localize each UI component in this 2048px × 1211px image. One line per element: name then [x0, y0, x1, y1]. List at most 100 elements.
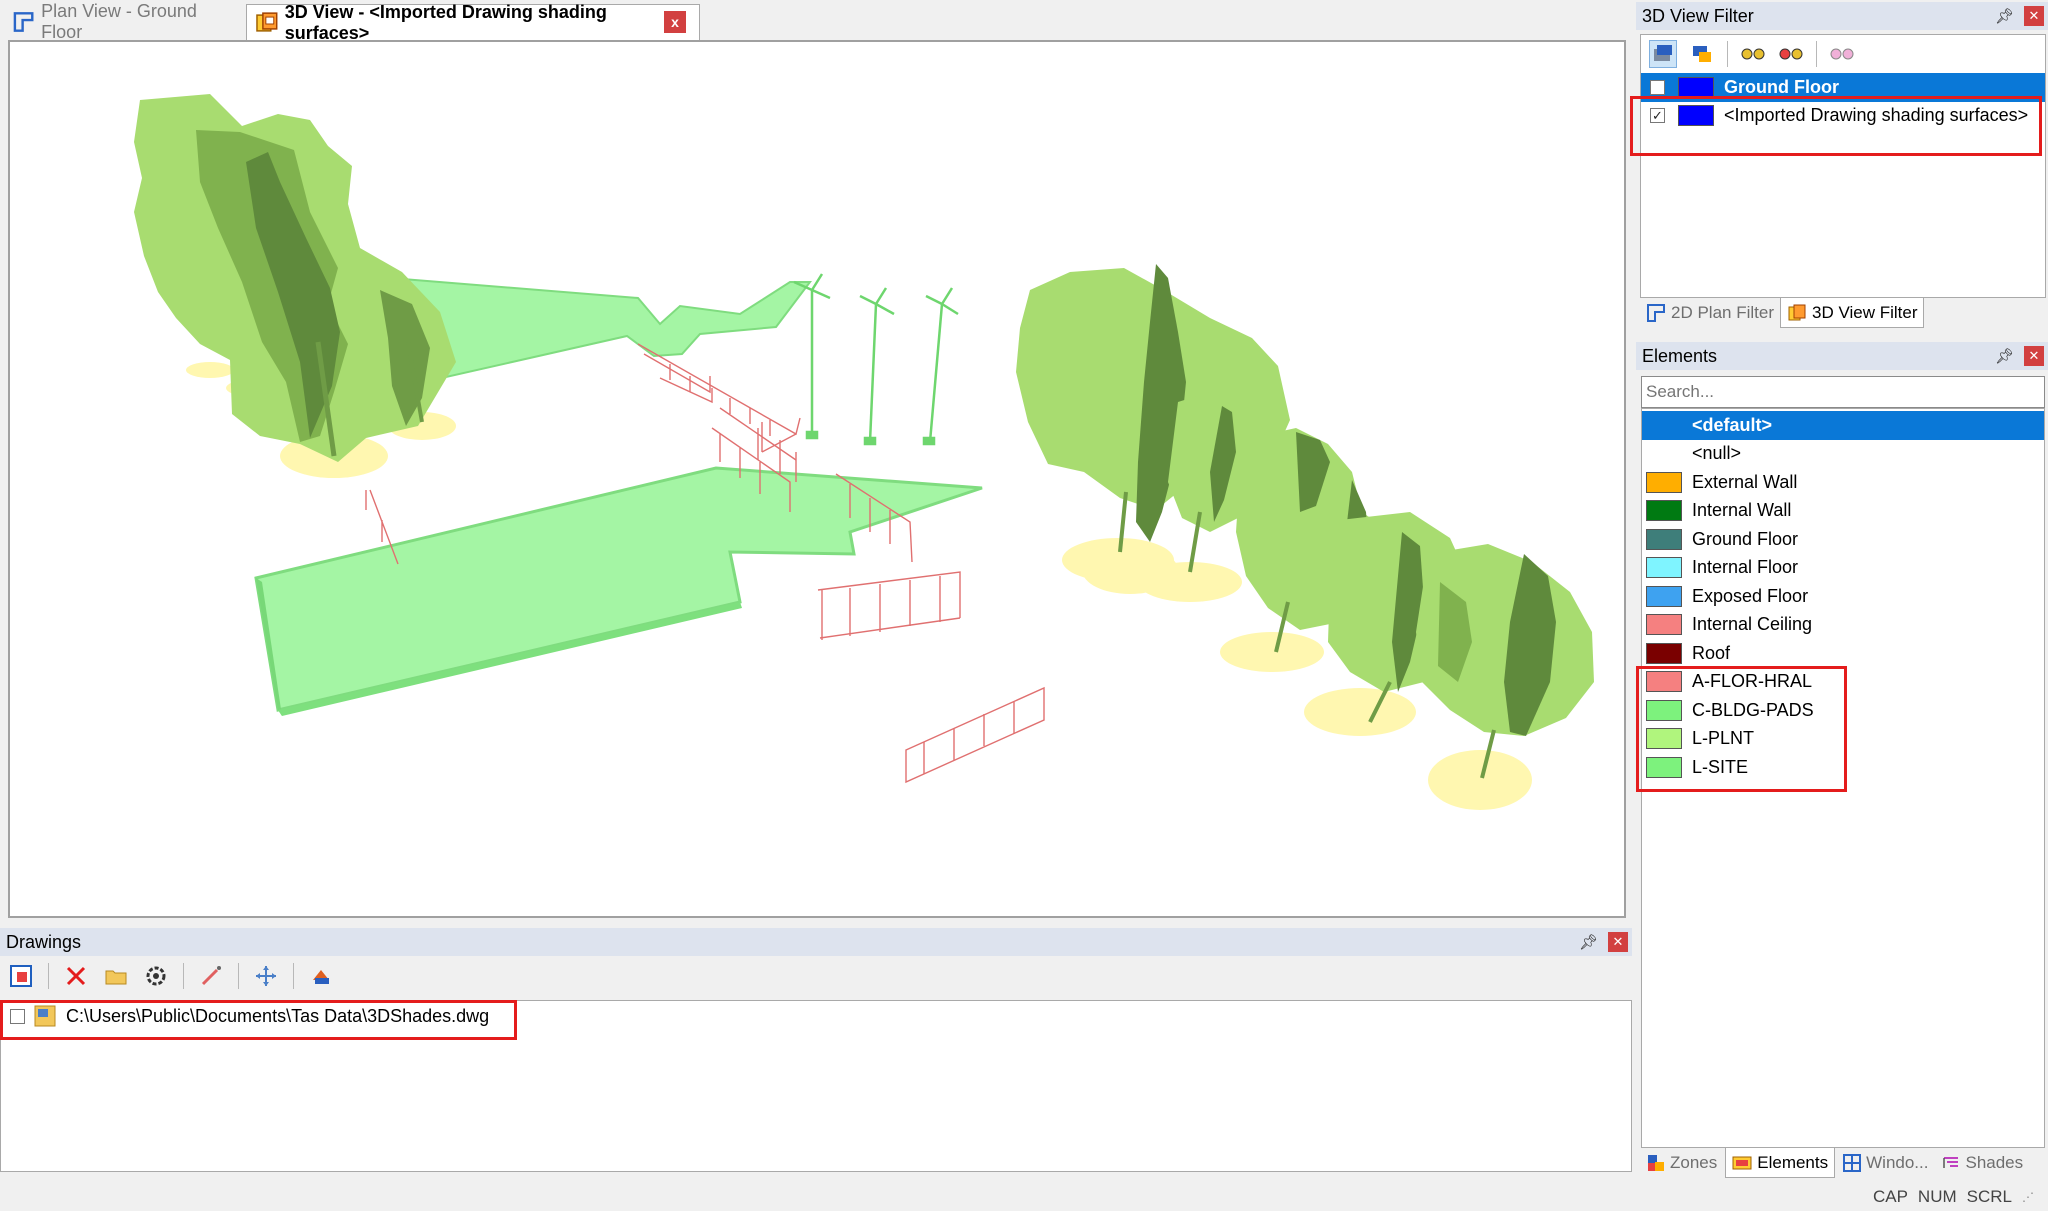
3d-viewport[interactable] [8, 40, 1626, 918]
tab-label: Shades [1965, 1153, 2024, 1172]
drawings-header: Drawings 📌︎ ✕ [0, 928, 1632, 956]
layer-convert-icon[interactable] [308, 963, 334, 989]
element-item-internal-wall[interactable]: Internal Wall [1642, 497, 2044, 526]
toolbar-separator [183, 963, 184, 989]
toolbar-separator [238, 963, 239, 989]
tab-label: Elements [1757, 1152, 1829, 1172]
element-item-default[interactable]: <default> [1642, 411, 2044, 440]
element-item-exposed-floor[interactable]: Exposed Floor [1642, 582, 2044, 611]
status-cap: CAP [1872, 1186, 1908, 1206]
tab-label: Windo... [1866, 1153, 1929, 1172]
3d-filter-icon [1788, 304, 1806, 320]
color-swatch [1646, 557, 1682, 579]
elements-tab-strip: Zones Elements Windo... Shades [1641, 1148, 2045, 1178]
tab-label: Zones [1670, 1153, 1718, 1172]
element-item-internal-ceiling[interactable]: Internal Ceiling [1642, 611, 2044, 640]
element-label: <default> [1692, 414, 1773, 435]
close-tab-button[interactable]: x [664, 10, 686, 34]
right-tree-cluster [1016, 264, 1594, 779]
element-label: External Wall [1692, 471, 1798, 492]
brush-icon[interactable] [198, 963, 224, 989]
plan-filter-icon [1647, 304, 1665, 322]
drawings-toolbar [0, 956, 1632, 996]
highlight-box [0, 1000, 517, 1040]
settings-gear-icon[interactable] [143, 963, 169, 989]
tab-label: 3D View Filter [1811, 302, 1918, 322]
element-item-roof[interactable]: Roof [1642, 639, 2044, 668]
tab-3d-view-filter[interactable]: 3D View Filter [1779, 298, 1925, 328]
shades-icon [1943, 1157, 1959, 1168]
filter-selected-icon[interactable] [1689, 41, 1715, 67]
panel-title: Elements [1642, 345, 1718, 366]
element-label: Ground Floor [1692, 528, 1799, 549]
elements-panel: Elements 📌︎ ✕ <default> <null> External … [1636, 342, 2048, 1182]
show-selected-icon[interactable] [1778, 41, 1804, 67]
open-folder-icon[interactable] [103, 963, 129, 989]
toolbar-separator [1727, 41, 1728, 67]
element-item-null[interactable]: <null> [1642, 440, 2044, 469]
color-swatch [1646, 500, 1682, 522]
tab-label: Plan View - Ground Floor [41, 1, 197, 42]
element-label: Internal Floor [1692, 557, 1799, 578]
element-label: <null> [1692, 443, 1742, 464]
3d-scene[interactable] [10, 42, 1624, 916]
plan-view-icon [13, 12, 34, 32]
panel-title: Drawings [6, 931, 82, 952]
tab-zones[interactable]: Zones [1641, 1148, 1723, 1178]
tab-shades[interactable]: Shades [1936, 1148, 2029, 1178]
element-label: Internal Ceiling [1692, 614, 1813, 635]
import-drawing-icon[interactable] [8, 963, 34, 989]
pin-icon[interactable]: 📌︎ [1579, 933, 1598, 951]
delete-icon[interactable] [63, 963, 89, 989]
status-num: NUM [1917, 1186, 1957, 1206]
filter-all-icon[interactable] [1649, 40, 1677, 68]
resize-grip-icon[interactable]: ⋰ [2022, 1190, 2034, 1204]
close-panel-button[interactable]: ✕ [1608, 932, 1628, 952]
wind-turbines [793, 273, 959, 446]
toolbar-separator [1816, 41, 1817, 67]
view-filter-header: 3D View Filter 📌︎ ✕ [1636, 2, 2048, 30]
show-all-icon[interactable] [1740, 41, 1766, 67]
filter-checkbox[interactable] [1650, 79, 1665, 95]
elements-header: Elements 📌︎ ✕ [1636, 342, 2048, 370]
color-swatch [1646, 585, 1682, 607]
elements-search-input[interactable] [1641, 376, 2045, 408]
color-swatch [1646, 528, 1682, 550]
tab-2d-plan-filter[interactable]: 2D Plan Filter [1640, 298, 1780, 328]
hide-all-icon[interactable] [1829, 41, 1855, 67]
tab-windows[interactable]: Windo... [1837, 1148, 1934, 1178]
drawings-panel: Drawings 📌︎ ✕ C:\Users\Public\Documents\… [0, 928, 1632, 1182]
zones-icon [1648, 1155, 1664, 1171]
filter-tab-strip: 2D Plan Filter 3D View Filter [1640, 298, 2046, 328]
color-swatch [1646, 614, 1682, 636]
element-item-external-wall[interactable]: External Wall [1642, 468, 2044, 497]
tab-plan-view[interactable]: Plan View - Ground Floor [4, 1, 244, 42]
element-item-internal-floor[interactable]: Internal Floor [1642, 554, 2044, 583]
panel-title: 3D View Filter [1642, 5, 1754, 26]
close-panel-button[interactable]: ✕ [2024, 6, 2044, 26]
highlight-box [1636, 666, 1847, 792]
close-panel-button[interactable]: ✕ [2024, 346, 2044, 366]
view-filter-box: Ground Floor ✓ <Imported Drawing shading… [1640, 34, 2046, 298]
element-item-ground-floor[interactable]: Ground Floor [1642, 525, 2044, 554]
tab-3d-view[interactable]: 3D View - <Imported Drawing shading surf… [246, 2, 700, 43]
color-swatch [1678, 76, 1714, 98]
close-icon: x [664, 11, 686, 33]
move-arrows-icon[interactable] [253, 963, 279, 989]
toolbar-separator [293, 963, 294, 989]
element-label: Roof [1692, 642, 1731, 663]
status-scrl: SCRL [1966, 1186, 2012, 1206]
tab-elements[interactable]: Elements [1725, 1148, 1836, 1178]
pin-icon[interactable]: 📌︎ [1995, 347, 2014, 365]
color-swatch [1646, 471, 1682, 493]
filter-item-label: Ground Floor [1724, 76, 1839, 97]
elements-icon [1732, 1156, 1752, 1169]
toolbar-separator [48, 963, 49, 989]
view-filter-toolbar [1641, 35, 2045, 73]
windows-icon [1843, 1154, 1862, 1172]
pin-icon[interactable]: 📌︎ [1995, 7, 2014, 25]
highlight-box [1630, 96, 2042, 156]
left-tree-cluster [134, 94, 456, 462]
lower-site-slab [254, 466, 983, 712]
element-label: Internal Wall [1692, 500, 1792, 521]
